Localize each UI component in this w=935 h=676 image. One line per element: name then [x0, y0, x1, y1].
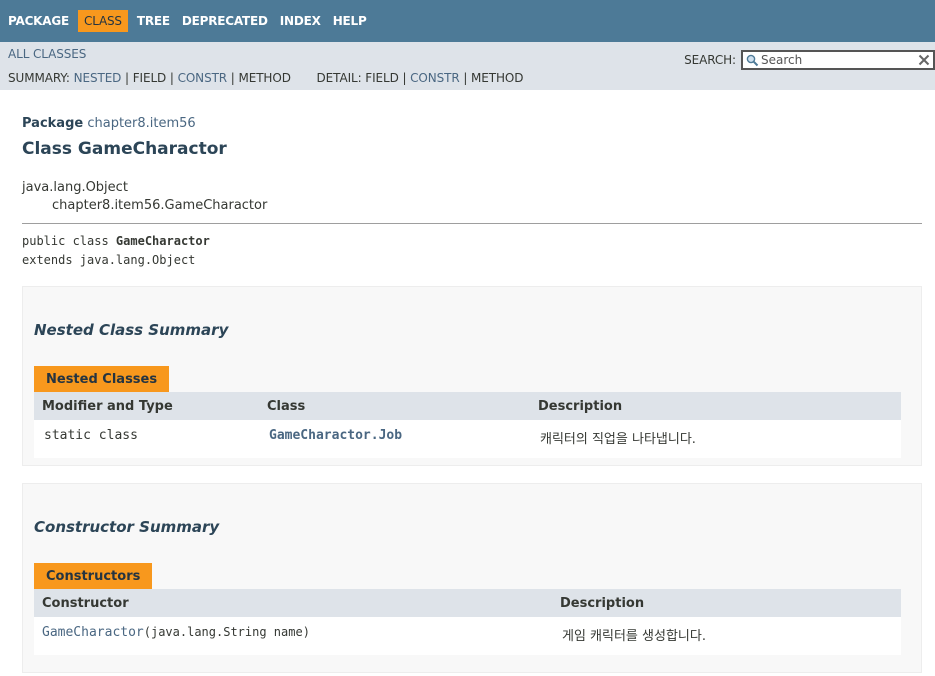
- summary-method: METHOD: [238, 71, 291, 85]
- main-content: Package chapter8.item56 Class GameCharac…: [0, 116, 935, 673]
- detail-method: METHOD: [471, 71, 524, 85]
- detail-field: FIELD: [365, 71, 399, 85]
- nested-class-summary: Nested Class Summary Nested Classes Modi…: [22, 286, 922, 466]
- nested-class-link[interactable]: GameCharactor.Job: [269, 428, 402, 443]
- inheritance-child: chapter8.item56.GameCharactor: [52, 198, 268, 213]
- separator: |: [125, 71, 129, 85]
- clear-search-icon[interactable]: [917, 53, 931, 67]
- separator: |: [402, 71, 407, 85]
- nested-summary-heading: Nested Class Summary: [34, 321, 229, 339]
- page-title: Class GameCharactor: [22, 139, 227, 159]
- search-area: SEARCH:: [684, 50, 935, 70]
- separator: |: [169, 71, 174, 85]
- summary-constr-link[interactable]: CONSTR: [178, 71, 228, 85]
- inheritance-tree: java.lang.Object chapter8.item56.GameCha…: [22, 179, 922, 215]
- package-label: Package: [22, 116, 84, 131]
- constructor-params: (java.lang.String name): [143, 625, 310, 639]
- sub-navbar: ALL CLASSES SUMMARY: NESTED | FIELD | CO…: [0, 42, 935, 90]
- nav-deprecated[interactable]: DEPRECATED: [179, 10, 271, 32]
- package-link[interactable]: chapter8.item56: [87, 116, 195, 131]
- search-input[interactable]: [761, 53, 911, 67]
- nav-class: CLASS: [78, 10, 128, 32]
- declaration-class-name: GameCharactor: [115, 234, 210, 248]
- divider: [22, 223, 922, 224]
- nested-classes-table: Modifier and Type Class Description stat…: [34, 392, 901, 458]
- top-navbar: PACKAGE CLASS TREE DEPRECATED INDEX HELP: [0, 0, 935, 42]
- constructors-table: Constructor Description GameCharactor(ja…: [34, 589, 901, 655]
- inheritance-root: java.lang.Object: [22, 180, 128, 195]
- column-header: Description: [530, 392, 901, 420]
- summary-nested-link[interactable]: NESTED: [74, 71, 122, 85]
- summary-field: FIELD: [132, 71, 167, 85]
- separator: |: [230, 71, 235, 85]
- table-row: static class GameCharactor.Job 캐릭터의 직업을 …: [34, 420, 901, 458]
- modifier-type: static class: [44, 428, 138, 443]
- nested-classes-caption: Nested Classes: [34, 366, 170, 392]
- row-description: 게임 캐릭터를 생성합니다.: [562, 629, 706, 644]
- declaration-extends: extends java.lang.Object: [22, 253, 196, 267]
- row-description: 캐릭터의 직업을 나타냅니다.: [540, 432, 696, 447]
- detail-label: DETAIL:: [316, 71, 362, 85]
- column-header: Constructor: [34, 589, 552, 617]
- column-header: Description: [552, 589, 901, 617]
- nav-tree[interactable]: TREE: [134, 10, 173, 32]
- nav-index[interactable]: INDEX: [277, 10, 324, 32]
- search-box: [741, 50, 935, 70]
- constructor-summary-heading: Constructor Summary: [34, 518, 220, 536]
- all-classes-link[interactable]: ALL CLASSES: [8, 47, 86, 61]
- column-header: Modifier and Type: [34, 392, 259, 420]
- class-declaration: public class GameCharactor extends java.…: [22, 232, 922, 270]
- nav-help[interactable]: HELP: [330, 10, 370, 32]
- summary-label: SUMMARY:: [8, 71, 70, 85]
- package-line: Package chapter8.item56: [22, 116, 922, 131]
- separator: |: [463, 71, 468, 85]
- nav-package[interactable]: PACKAGE: [5, 10, 72, 32]
- summary-detail-row: SUMMARY: NESTED | FIELD | CONSTR | METHO…: [8, 71, 523, 85]
- search-icon: [743, 54, 761, 67]
- constructor-link[interactable]: GameCharactor: [42, 625, 144, 640]
- table-row: GameCharactor(java.lang.String name) 게임 …: [34, 617, 901, 655]
- column-header: Class: [259, 392, 530, 420]
- detail-constr-link[interactable]: CONSTR: [410, 71, 460, 85]
- constructor-summary: Constructor Summary Constructors Constru…: [22, 483, 922, 673]
- declaration-prefix: public class: [22, 234, 116, 248]
- constructors-caption: Constructors: [34, 563, 153, 589]
- search-label: SEARCH:: [684, 53, 736, 67]
